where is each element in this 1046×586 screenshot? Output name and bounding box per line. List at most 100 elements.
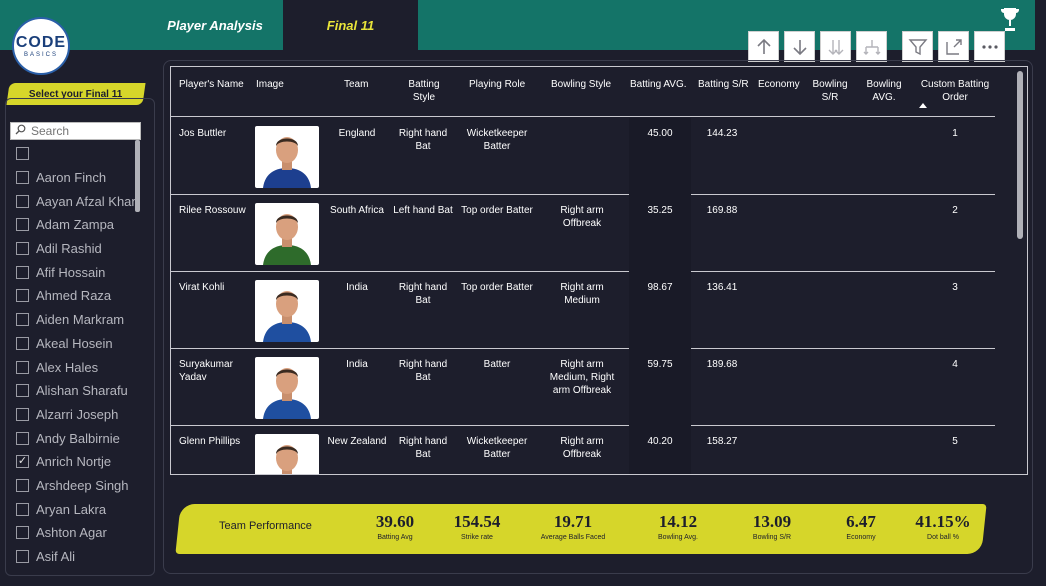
filter-icon[interactable] <box>902 31 933 62</box>
player-photo <box>255 280 319 342</box>
kpi-label: Bowling S/R <box>752 534 792 541</box>
kpi-card: 39.60 Batting Avg <box>350 512 440 541</box>
checkbox[interactable] <box>16 431 29 445</box>
col-batting-style[interactable]: Batting Style <box>399 78 449 104</box>
slicer-item[interactable]: Alishan Sharafu <box>16 379 146 403</box>
slicer-item-label: Afif Hossain <box>36 264 106 280</box>
kpi-label: Dot ball % <box>927 534 959 541</box>
slicer-item[interactable]: Arshdeep Singh <box>16 474 146 498</box>
checkbox[interactable] <box>16 194 29 208</box>
logo-text: CODE <box>15 34 67 51</box>
team-performance-title: Team Performance <box>219 520 312 532</box>
checkbox[interactable] <box>16 218 29 232</box>
checkbox[interactable] <box>16 384 29 398</box>
table-row[interactable]: Rilee Rossouw South Africa Left hand Bat To… <box>171 195 995 272</box>
checkbox[interactable] <box>16 502 29 516</box>
slicer-item[interactable] <box>16 142 146 166</box>
col-image[interactable]: Image <box>256 78 284 91</box>
search-input[interactable] <box>31 124 131 138</box>
player-photo <box>255 203 319 265</box>
slicer-list: Aaron Finch Aayan Afzal Khan Adam Zampa Adi… <box>16 142 146 576</box>
slicer-item[interactable]: Akeal Hosein <box>16 332 146 356</box>
slicer-item[interactable]: Alex Hales <box>16 355 146 379</box>
slicer-item[interactable]: Afif Hossain <box>16 260 146 284</box>
col-bowling-style[interactable]: Bowling Style <box>551 78 611 91</box>
batting-avg-highlight <box>629 426 691 474</box>
checkbox[interactable] <box>16 289 29 303</box>
slicer-item[interactable]: Asif Ali <box>16 545 146 569</box>
col-custom-batting-order[interactable]: Custom Batting Order <box>917 78 993 104</box>
kpi-label: Batting Avg <box>377 534 413 541</box>
checkbox[interactable] <box>16 265 29 279</box>
cell-bat-sr: 144.23 <box>706 128 738 139</box>
slicer-item[interactable]: ✓ Anrich Nortje <box>16 450 146 474</box>
table-row[interactable]: Glenn Phillips New Zealand Right hand Bat W… <box>171 426 995 474</box>
slicer-item-label: Aaron Finch <box>36 170 107 186</box>
checkbox[interactable] <box>16 242 29 256</box>
cell-bat-sr: 189.68 <box>706 359 738 370</box>
checkbox[interactable] <box>16 478 29 492</box>
col-player-name[interactable]: Player's Name <box>179 78 244 91</box>
slicer-search[interactable] <box>10 122 141 140</box>
col-team[interactable]: Team <box>344 78 368 91</box>
slicer-item[interactable]: Aryan Lakra <box>16 497 146 521</box>
cell-bat-avg: 59.75 <box>647 359 673 370</box>
checkbox[interactable] <box>16 526 29 540</box>
table-row[interactable]: Virat Kohli India Right hand Bat Top order … <box>171 272 995 349</box>
player-photo <box>255 434 319 474</box>
slicer-item-label: Alishan Sharafu <box>36 383 128 399</box>
focus-mode-icon[interactable] <box>938 31 969 62</box>
kpi-value: 6.47 <box>846 512 876 531</box>
tab-player-analysis[interactable]: Player Analysis <box>150 0 280 50</box>
slicer-item-label: Ashton Agar <box>36 525 107 541</box>
slicer-item[interactable]: Adam Zampa <box>16 213 146 237</box>
slicer-item[interactable]: Aiden Markram <box>16 308 146 332</box>
slicer-item[interactable]: Adil Rashid <box>16 237 146 261</box>
slicer-item[interactable]: Aaron Finch <box>16 166 146 190</box>
cell-name: Jos Buttler <box>179 128 227 139</box>
cell-batting-style: Right hand Bat <box>398 282 448 306</box>
cell-role: Batter <box>483 359 511 370</box>
col-bowling-sr[interactable]: Bowling S/R <box>809 78 851 104</box>
checkbox[interactable] <box>16 407 29 421</box>
cell-role: Top order Batter <box>461 205 533 216</box>
slicer-item[interactable]: Andy Balbirnie <box>16 426 146 450</box>
double-arrow-down-icon[interactable] <box>820 31 851 62</box>
cell-bowling-style: Right arm Medium, Right arm Offbreak <box>549 359 615 396</box>
slicer-item-label: Andy Balbirnie <box>36 430 120 446</box>
checkbox[interactable] <box>16 550 29 564</box>
kpi-value: 39.60 <box>375 512 415 531</box>
slicer-scrollbar[interactable] <box>135 140 140 212</box>
slicer-item-label: Alzarri Joseph <box>36 406 119 422</box>
checkbox[interactable] <box>16 171 29 185</box>
col-batting-avg[interactable]: Batting AVG. <box>630 78 687 91</box>
kpi-card: 154.54 Strike rate <box>432 512 522 541</box>
slicer-item[interactable]: Aayan Afzal Khan <box>16 189 146 213</box>
col-batting-sr[interactable]: Batting S/R <box>698 78 749 91</box>
cell-bat-avg: 45.00 <box>647 128 673 139</box>
slicer-item[interactable]: Alzarri Joseph <box>16 403 146 427</box>
table-row[interactable]: Jos Buttler England Right hand Bat Wicketke… <box>171 118 995 195</box>
cell-batting-style: Right hand Bat <box>398 128 448 152</box>
cell-bat-avg: 98.67 <box>647 282 673 293</box>
col-playing-role[interactable]: Playing Role <box>469 78 525 91</box>
slicer-item[interactable]: Ahmed Raza <box>16 284 146 308</box>
kpi-label: Average Balls Faced <box>540 534 606 541</box>
checkbox[interactable] <box>16 313 29 327</box>
cell-order: 3 <box>952 282 958 293</box>
arrow-up-icon[interactable] <box>748 31 779 62</box>
hierarchy-icon[interactable] <box>856 31 887 62</box>
table-row[interactable]: Suryakumar Yadav India Right hand Bat Batte… <box>171 349 995 426</box>
arrow-down-icon[interactable] <box>784 31 815 62</box>
checkbox[interactable] <box>16 360 29 374</box>
checkbox[interactable] <box>16 147 29 161</box>
checkbox-checked[interactable]: ✓ <box>16 455 29 469</box>
slicer-item[interactable]: Ashton Agar <box>16 521 146 545</box>
checkbox[interactable] <box>16 336 29 350</box>
table-scrollbar[interactable] <box>1017 71 1023 239</box>
col-bowling-avg[interactable]: Bowling AVG. <box>863 78 905 104</box>
tab-final-11[interactable]: Final 11 <box>283 0 418 50</box>
col-economy[interactable]: Economy <box>758 78 800 91</box>
slicer-item-label: Aiden Markram <box>36 312 125 328</box>
more-options-icon[interactable] <box>974 31 1005 62</box>
